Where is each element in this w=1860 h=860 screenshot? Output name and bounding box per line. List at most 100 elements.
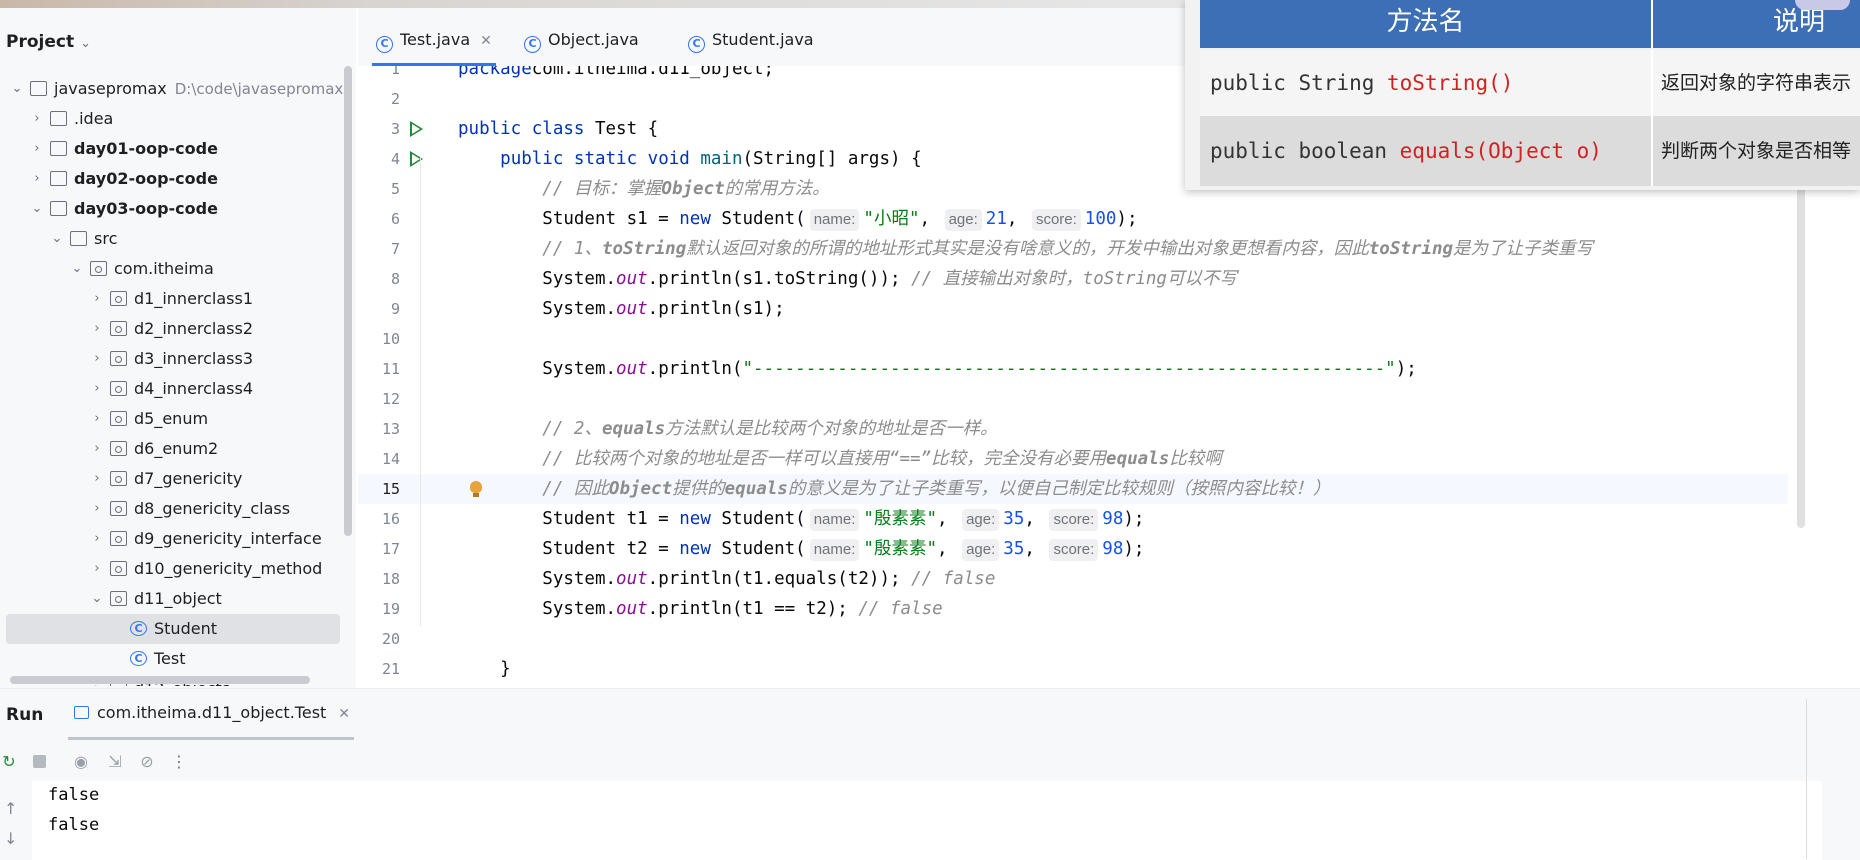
tree-item-name: d10_genericity_method xyxy=(134,559,323,578)
tree-item[interactable]: ⌄ com.itheima xyxy=(0,254,346,284)
code-token: // 2、 xyxy=(542,419,602,439)
tree-item[interactable]: ⌄ src xyxy=(0,224,346,254)
chevron-right-icon[interactable]: › xyxy=(90,374,104,404)
tree-item[interactable]: › day01-oop-code xyxy=(0,134,346,164)
tree-item[interactable]: › d8_genericity_class xyxy=(0,494,346,524)
run-config-tab[interactable]: com.itheima.d11_object.Test ✕ xyxy=(74,703,350,722)
tab-student-java[interactable]: C Student.java xyxy=(688,30,814,66)
code-line[interactable]: 9 System.out.println(s1); xyxy=(358,294,1788,324)
line-number: 10 xyxy=(381,330,400,348)
stop-icon[interactable] xyxy=(30,753,48,771)
tree-item-label: d1_innerclass1 xyxy=(134,284,253,314)
chevron-right-icon[interactable]: › xyxy=(90,284,104,314)
run-gutter-icon[interactable] xyxy=(410,121,423,137)
close-icon[interactable]: ✕ xyxy=(338,706,350,722)
code-line[interactable]: 11 System.out.println("-----------------… xyxy=(358,354,1788,384)
tree-item[interactable]: ⌄ d11_object xyxy=(0,584,346,614)
code-line[interactable]: 17 Student t2 = new Student(name: "殷素素", … xyxy=(358,534,1788,564)
tree-item[interactable]: › d4_innerclass4 xyxy=(0,374,346,404)
presenter-overlay-shape xyxy=(1795,0,1850,10)
chevron-down-icon[interactable]: ⌄ xyxy=(90,584,104,614)
console-scrollbar[interactable] xyxy=(1806,699,1807,859)
code-line[interactable]: 19 System.out.println(t1 == t2); // fals… xyxy=(358,594,1788,624)
tree-item[interactable]: C Test xyxy=(0,644,346,674)
chevron-right-icon[interactable]: › xyxy=(30,134,44,164)
line-number: 15 xyxy=(381,480,400,498)
rerun-icon[interactable]: ↻ xyxy=(0,753,18,771)
project-panel-header[interactable]: Project ⌄ xyxy=(6,32,91,52)
coverage-icon[interactable]: ⊘ xyxy=(138,753,156,771)
chevron-right-icon[interactable]: › xyxy=(90,554,104,584)
restore-layout-icon[interactable]: ⇲ xyxy=(106,753,124,771)
camera-icon[interactable]: ◉ xyxy=(72,753,90,771)
code-line[interactable]: 16 Student t1 = new Student(name: "殷素素", … xyxy=(358,504,1788,534)
scroll-up-icon[interactable]: ↑ xyxy=(4,799,17,818)
chevron-right-icon[interactable]: › xyxy=(90,344,104,374)
project-horizontal-scrollbar[interactable] xyxy=(10,676,310,684)
scroll-down-icon[interactable]: ↓ xyxy=(4,829,17,848)
code-line[interactable]: 13 // 2、equals方法默认是比较两个对象的地址是否一样。 xyxy=(358,414,1788,444)
tab-object-java[interactable]: C Object.java xyxy=(524,30,639,66)
chevron-right-icon[interactable]: › xyxy=(90,494,104,524)
code-token: out xyxy=(616,599,648,619)
tree-item[interactable]: ⌄ day03-oop-code xyxy=(0,194,346,224)
code-line[interactable]: 6 Student s1 = new Student(name: "小昭", ag… xyxy=(358,204,1788,234)
console-output[interactable]: false false xyxy=(32,781,1822,860)
chevron-down-icon[interactable]: ⌄ xyxy=(80,36,91,51)
tree-item[interactable]: › d6_enum2 xyxy=(0,434,346,464)
chevron-right-icon[interactable]: › xyxy=(90,434,104,464)
chevron-right-icon[interactable]: › xyxy=(90,524,104,554)
chevron-down-icon[interactable]: ⌄ xyxy=(10,74,24,104)
code-line[interactable]: 12 xyxy=(358,384,1788,414)
tree-item[interactable]: › d1_innerclass1 xyxy=(0,284,346,314)
chevron-down-icon[interactable]: ⌄ xyxy=(30,194,44,224)
code-line[interactable]: 8 System.out.println(s1.toString()); // … xyxy=(358,264,1788,294)
project-panel: Project ⌄ ⌄ javasepromax D:\code\javaseprom… xyxy=(0,8,356,688)
code-line[interactable]: 20 xyxy=(358,624,1788,654)
chevron-right-icon[interactable]: › xyxy=(90,404,104,434)
project-scrollbar[interactable] xyxy=(344,66,352,536)
tree-item[interactable]: › d7_genericity xyxy=(0,464,346,494)
chevron-right-icon[interactable]: › xyxy=(90,314,104,344)
chevron-down-icon[interactable]: ⌄ xyxy=(50,224,64,254)
tree-item[interactable]: › d10_genericity_method xyxy=(0,554,346,584)
run-gutter-icon[interactable] xyxy=(410,151,423,167)
code-token: Student t2 = xyxy=(458,539,680,559)
code-line[interactable]: 15 // 因此Object提供的equals的意义是为了让子类重写，以便自己制… xyxy=(358,474,1788,504)
tree-item[interactable]: › d5_enum xyxy=(0,404,346,434)
code-line[interactable]: 7 // 1、toString默认返回对象的所谓的地址形式其实是没有啥意义的，开… xyxy=(358,234,1788,264)
tree-item[interactable]: › .idea xyxy=(0,104,346,134)
tree-item[interactable]: › day02-oop-code xyxy=(0,164,346,194)
code-text: // 1、toString默认返回对象的所谓的地址形式其实是没有啥意义的，开发中… xyxy=(458,234,1593,264)
close-icon[interactable]: ✕ xyxy=(480,33,492,49)
more-options-icon[interactable]: ⋮ xyxy=(170,753,188,771)
chevron-right-icon[interactable]: › xyxy=(30,164,44,194)
code-text: Student t1 = new Student(name: "殷素素", age… xyxy=(458,504,1144,534)
tab-test-java[interactable]: C Test.java ✕ xyxy=(372,30,496,66)
tree-item[interactable]: › d3_innerclass3 xyxy=(0,344,346,374)
chevron-right-icon[interactable]: › xyxy=(30,104,44,134)
tree-item[interactable]: C Student xyxy=(6,614,340,644)
code-line[interactable]: 21 } xyxy=(358,654,1788,684)
code-line[interactable]: 10 xyxy=(358,324,1788,354)
code-token: 35 xyxy=(1003,509,1025,529)
tree-item[interactable]: ⌄ javasepromax D:\code\javasepromax xyxy=(0,74,346,104)
code-token: // 因此 xyxy=(542,479,609,499)
code-line[interactable]: 18 System.out.println(t1.equals(t2)); //… xyxy=(358,564,1788,594)
chevron-down-icon[interactable]: ⌄ xyxy=(70,254,84,284)
tree-item-name: d5_enum xyxy=(134,409,209,428)
tree-item[interactable]: › d9_genericity_interface xyxy=(0,524,346,554)
tree-item-name: d3_innerclass3 xyxy=(134,349,254,368)
code-token: com.itheima.d11_object; xyxy=(531,66,775,79)
tree-item[interactable]: › d2_innerclass2 xyxy=(0,314,346,344)
code-text: // 2、equals方法默认是比较两个对象的地址是否一样。 xyxy=(458,414,997,444)
code-token: out xyxy=(616,299,648,319)
chevron-right-icon[interactable]: › xyxy=(90,464,104,494)
method-description: 判断两个对象是否相等 xyxy=(1661,140,1852,162)
code-line[interactable]: 14 // 比较两个对象的地址是否一样可以直接用“==”比较，完全没有必要用eq… xyxy=(358,444,1788,474)
code-token: package xyxy=(458,66,532,79)
code-token: out xyxy=(616,269,648,289)
